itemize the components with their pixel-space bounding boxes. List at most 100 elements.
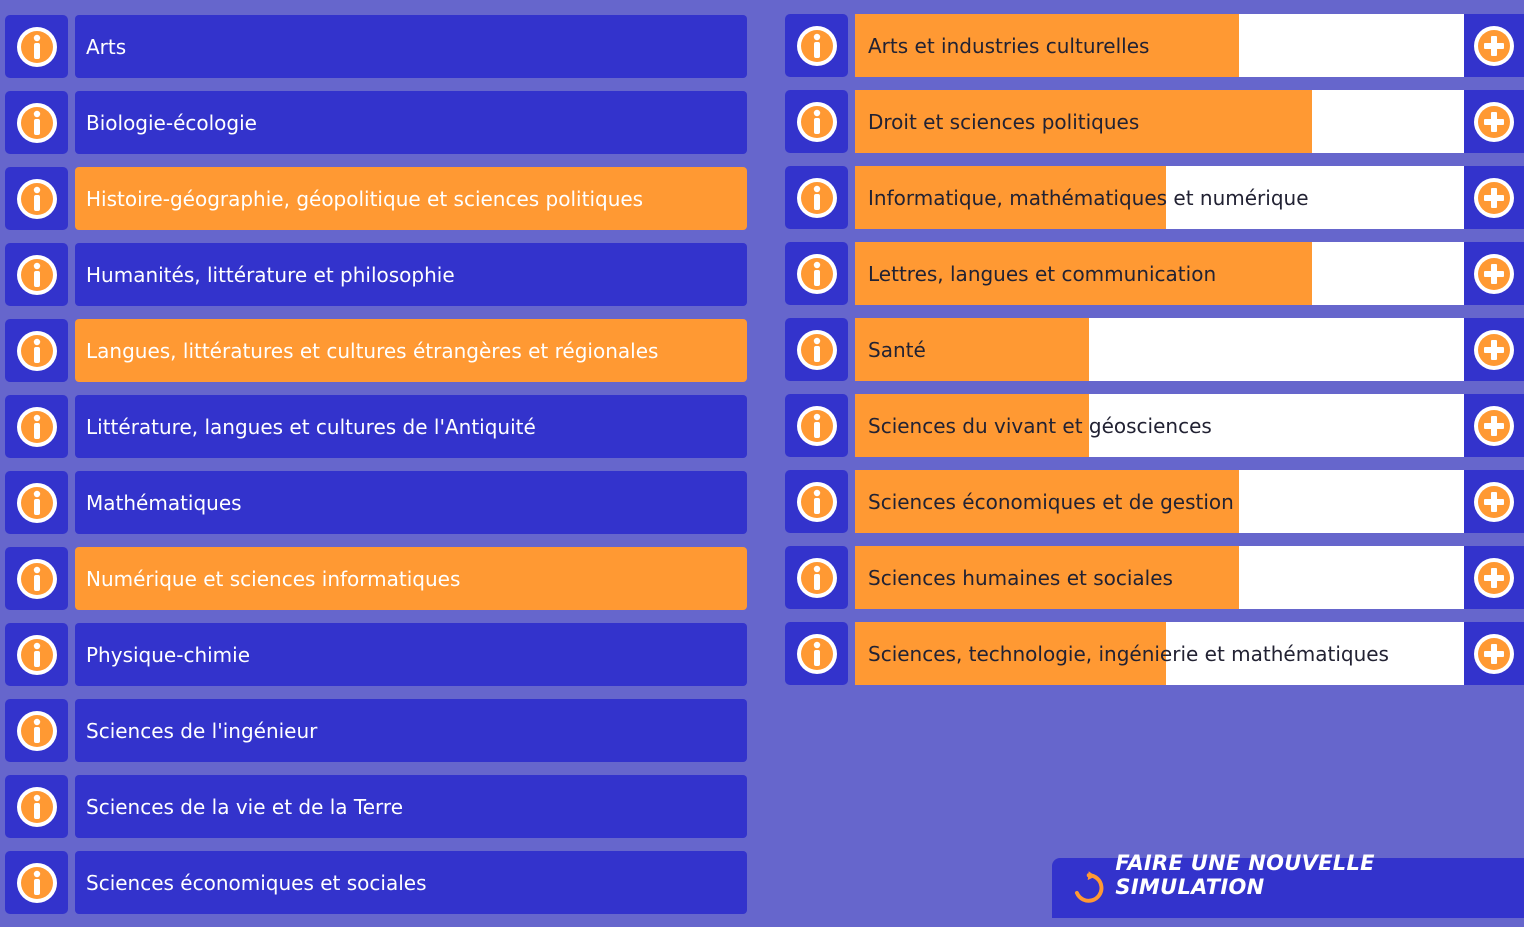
domain-level-bar: Santé [855, 318, 1464, 381]
specialty-option[interactable]: Sciences de l'ingénieur [75, 699, 747, 762]
refresh-icon [1074, 871, 1104, 903]
specialty-row: Littérature, langues et cultures de l'An… [5, 395, 750, 459]
domain-row: Santé [785, 318, 1524, 382]
specialty-row: Langues, littératures et cultures étrang… [5, 319, 750, 383]
plus-icon [1474, 405, 1514, 446]
info-button[interactable] [785, 166, 848, 229]
domain-row: Informatique, mathématiques et numérique [785, 166, 1524, 230]
domain-label: Sciences, technologie, ingénierie et mat… [868, 641, 1389, 666]
info-button[interactable] [785, 318, 848, 381]
domain-row: Lettres, langues et communication [785, 242, 1524, 306]
info-button[interactable] [5, 775, 68, 838]
domain-label: Arts et industries culturelles [868, 33, 1150, 58]
specialty-row: Sciences de la vie et de la Terre [5, 775, 750, 839]
specialty-row: Physique-chimie [5, 623, 750, 687]
specialty-option[interactable]: Arts [75, 15, 747, 78]
add-domain-button[interactable] [1464, 166, 1524, 229]
info-button[interactable] [5, 15, 68, 78]
domain-level-bar: Sciences, technologie, ingénierie et mat… [855, 622, 1464, 685]
info-button[interactable] [785, 242, 848, 305]
info-icon [16, 406, 57, 447]
info-icon [796, 177, 837, 218]
plus-icon [1474, 101, 1514, 142]
info-icon [16, 558, 57, 599]
specialty-option[interactable]: Histoire-géographie, géopolitique et sci… [75, 167, 747, 230]
domain-row: Droit et sciences politiques [785, 90, 1524, 154]
info-button[interactable] [785, 14, 848, 77]
new-simulation-button[interactable]: FAIRE UNE NOUVELLE SIMULATION [1052, 851, 1524, 918]
domain-label: Sciences du vivant et géosciences [868, 413, 1212, 438]
domain-level-bar: Lettres, langues et communication [855, 242, 1464, 305]
info-button[interactable] [5, 547, 68, 610]
info-button[interactable] [5, 167, 68, 230]
info-button[interactable] [5, 91, 68, 154]
info-button[interactable] [5, 395, 68, 458]
info-icon [16, 178, 57, 219]
add-domain-button[interactable] [1464, 14, 1524, 77]
info-button[interactable] [5, 243, 68, 306]
specialty-option[interactable]: Biologie-écologie [75, 91, 747, 154]
specialty-row: Numérique et sciences informatiques [5, 547, 750, 611]
domain-level-bar: Arts et industries culturelles [855, 14, 1464, 77]
info-button[interactable] [5, 623, 68, 686]
specialties-list: Arts Biologie-écologie Histoire-géographie… [5, 15, 750, 927]
specialty-row: Sciences de l'ingénieur [5, 699, 750, 763]
specialty-option[interactable]: Littérature, langues et cultures de l'An… [75, 395, 747, 458]
add-domain-button[interactable] [1464, 242, 1524, 305]
domain-label: Santé [868, 337, 926, 362]
add-domain-button[interactable] [1464, 546, 1524, 609]
domains-list: Arts et industries culturelles Droit et s… [785, 14, 1524, 698]
specialty-option[interactable]: Mathématiques [75, 471, 747, 534]
domain-level-bar: Sciences du vivant et géosciences [855, 394, 1464, 457]
specialty-option[interactable]: Langues, littératures et cultures étrang… [75, 319, 747, 382]
info-button[interactable] [785, 622, 848, 685]
add-domain-button[interactable] [1464, 622, 1524, 685]
specialty-option[interactable]: Physique-chimie [75, 623, 747, 686]
info-button[interactable] [785, 90, 848, 153]
add-domain-button[interactable] [1464, 318, 1524, 381]
domain-level-bar: Sciences humaines et sociales [855, 546, 1464, 609]
specialty-option[interactable]: Sciences de la vie et de la Terre [75, 775, 747, 838]
info-button[interactable] [5, 319, 68, 382]
info-icon [16, 634, 57, 675]
domain-row: Sciences du vivant et géosciences [785, 394, 1524, 458]
info-icon [796, 101, 837, 142]
specialty-option[interactable]: Numérique et sciences informatiques [75, 547, 747, 610]
domain-row: Sciences, technologie, ingénierie et mat… [785, 622, 1524, 686]
info-button[interactable] [5, 699, 68, 762]
specialty-row: Biologie-écologie [5, 91, 750, 155]
plus-icon [1474, 557, 1514, 598]
info-icon [796, 481, 837, 522]
specialty-row: Sciences économiques et sociales [5, 851, 750, 915]
info-button[interactable] [785, 394, 848, 457]
domain-level-bar: Informatique, mathématiques et numérique [855, 166, 1464, 229]
plus-icon [1474, 481, 1514, 522]
specialty-option[interactable]: Humanités, littérature et philosophie [75, 243, 747, 306]
add-domain-button[interactable] [1464, 470, 1524, 533]
info-icon [16, 254, 57, 295]
info-button[interactable] [5, 851, 68, 914]
specialty-row: Mathématiques [5, 471, 750, 535]
specialty-option[interactable]: Sciences économiques et sociales [75, 851, 747, 914]
info-button[interactable] [5, 471, 68, 534]
add-domain-button[interactable] [1464, 394, 1524, 457]
domain-label: Informatique, mathématiques et numérique [868, 185, 1309, 210]
domain-row: Sciences humaines et sociales [785, 546, 1524, 610]
info-icon [16, 26, 57, 67]
domain-label: Sciences économiques et de gestion [868, 489, 1234, 514]
new-simulation-label: FAIRE UNE NOUVELLE SIMULATION [1115, 851, 1375, 899]
info-button[interactable] [785, 546, 848, 609]
info-icon [16, 330, 57, 371]
info-icon [796, 253, 837, 294]
info-icon [16, 786, 57, 827]
info-icon [796, 25, 837, 66]
plus-icon [1474, 253, 1514, 294]
add-domain-button[interactable] [1464, 90, 1524, 153]
info-icon [16, 862, 57, 903]
domain-label: Droit et sciences politiques [868, 109, 1140, 134]
plus-icon [1474, 25, 1514, 66]
info-button[interactable] [785, 470, 848, 533]
specialty-row: Arts [5, 15, 750, 79]
domain-label: Lettres, langues et communication [868, 261, 1217, 286]
info-icon [16, 710, 57, 751]
